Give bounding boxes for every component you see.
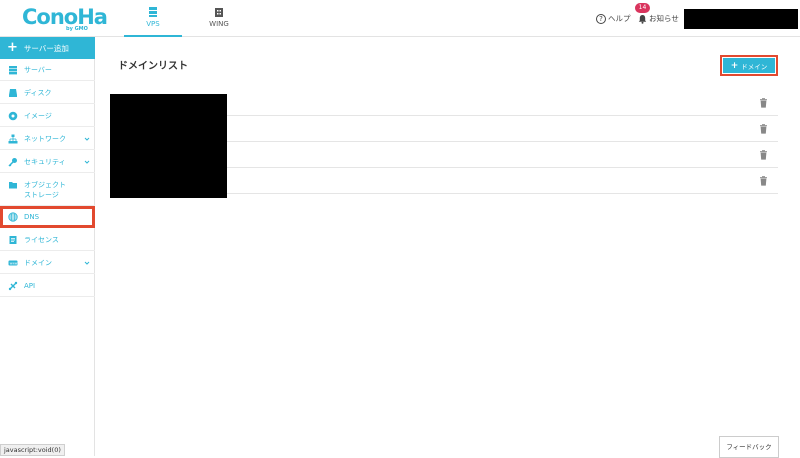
add-server-label: サーバー追加 [23,43,69,53]
domain-icon: www [8,260,18,265]
folder-icon [9,182,17,189]
server-icon [149,7,157,17]
browser-status-bar: javascript:void(0) [0,444,65,456]
logo-text: ConoHa [22,5,108,29]
sidebar-item-label: API [24,281,36,290]
sidebar-item-label: DNS [24,212,40,221]
sidebar-item-disk[interactable]: ディスク [0,82,95,104]
redacted-domain-names [110,94,227,198]
license-icon [9,235,17,244]
tab-wing-label: WING [209,20,229,28]
notice-link[interactable]: お知らせ [638,13,679,24]
page-title: ドメインリスト [118,61,188,72]
trash-icon[interactable] [759,176,768,186]
trash-icon[interactable] [759,98,768,108]
notice-label: お知らせ [649,14,679,23]
sidebar-item-network[interactable]: ネットワーク [0,128,95,150]
sidebar-item-label: イメージ [24,111,52,120]
sidebar-item-label: オブジェクト ストレージ [24,180,66,200]
api-icon [8,281,18,290]
disk-icon [9,88,17,97]
tab-vps[interactable]: VPS [124,0,182,37]
sidebar-item-license[interactable]: ライセンス [0,229,95,251]
trash-icon[interactable] [759,150,768,160]
sidebar-item-label: ネットワーク [24,134,66,143]
label-line-1: オブジェクト [24,181,66,189]
sidebar-item-label: サーバー [24,65,52,74]
building-icon [215,8,223,17]
sidebar-item-image[interactable]: イメージ [0,105,95,127]
tab-wing[interactable]: WING [190,0,248,37]
add-domain-highlight: + ドメイン [720,55,778,76]
add-domain-label: ドメイン [741,62,768,71]
image-icon [8,111,18,120]
sidebar-item-label: ドメイン [24,258,52,267]
globe-icon [8,211,18,222]
plus-icon: + [730,60,739,71]
sidebar: + サーバー追加 サーバー ディスク イメージ ネットワーク セキュリティ オブ… [0,37,95,456]
conoha-logo[interactable]: ConoHa by GMO [22,5,108,32]
bell-icon [638,14,647,24]
top-header: ConoHa by GMO VPS WING ? ヘルプ 14 お知らせ [0,0,800,37]
svg-text:www: www [10,261,18,265]
key-icon [8,157,17,167]
tab-vps-label: VPS [146,20,160,28]
label-line-2: ストレージ [24,191,59,199]
sidebar-item-dns[interactable]: DNS [0,206,95,228]
chevron-down-icon [84,160,90,164]
sidebar-item-api[interactable]: API [0,275,95,297]
sidebar-item-domain[interactable]: www ドメイン [0,252,95,274]
add-server-button[interactable]: + サーバー追加 [0,37,95,59]
add-domain-button[interactable]: + ドメイン [723,58,775,73]
help-label: ヘルプ [608,14,631,23]
sidebar-item-label: セキュリティ [24,157,66,166]
trash-icon[interactable] [759,124,768,134]
sidebar-item-object-storage[interactable]: オブジェクト ストレージ [0,174,95,206]
chevron-down-icon [84,261,90,265]
sidebar-item-server[interactable]: サーバー [0,59,95,81]
main-content: ドメインリスト + ドメイン フィードバック [96,37,800,458]
server-icon [9,65,17,74]
chevron-down-icon [84,137,90,141]
account-menu-redacted[interactable] [684,9,798,29]
logo-subtext: by GMO [66,26,88,32]
sidebar-item-security[interactable]: セキュリティ [0,151,95,173]
network-icon [8,134,18,143]
question-icon: ? [596,13,606,24]
plus-icon: + [7,40,18,55]
sidebar-item-label: ディスク [24,88,52,97]
sidebar-item-label: ライセンス [24,235,59,244]
notification-badge: 14 [635,3,650,13]
help-link[interactable]: ? ヘルプ [596,13,631,24]
feedback-button[interactable]: フィードバック [719,436,779,458]
